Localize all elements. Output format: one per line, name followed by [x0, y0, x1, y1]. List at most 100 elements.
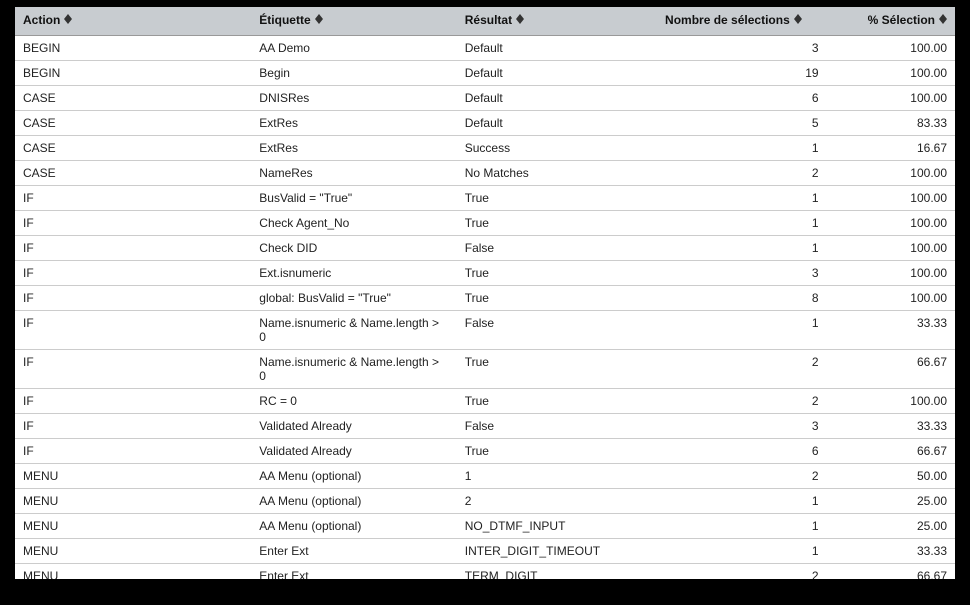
table-row: IFName.isnumeric & Name.length > 0True26…	[15, 350, 955, 389]
cell-resultat: Default	[457, 61, 657, 86]
table-row: MENUEnter ExtTERM_DIGIT266.67	[15, 564, 955, 580]
col-resultat-label: Résultat	[465, 13, 512, 27]
cell-pct: 100.00	[827, 286, 955, 311]
cell-resultat: True	[457, 389, 657, 414]
cell-action: CASE	[15, 161, 251, 186]
col-resultat[interactable]: Résultat	[457, 7, 657, 36]
col-pct-selection[interactable]: % Sélection	[827, 7, 955, 36]
scroll-container[interactable]: Action Étiquette	[15, 7, 955, 579]
cell-nombre: 1	[657, 489, 827, 514]
sort-icon[interactable]	[939, 14, 947, 24]
cell-etiquette: Validated Already	[251, 414, 456, 439]
cell-action: IF	[15, 261, 251, 286]
cell-pct: 33.33	[827, 539, 955, 564]
col-pct-selection-label: % Sélection	[868, 13, 935, 27]
cell-pct: 100.00	[827, 161, 955, 186]
cell-nombre: 5	[657, 111, 827, 136]
cell-nombre: 1	[657, 514, 827, 539]
cell-etiquette: Check Agent_No	[251, 211, 456, 236]
table-row: IFglobal: BusValid = "True"True8100.00	[15, 286, 955, 311]
cell-resultat: Default	[457, 36, 657, 61]
cell-action: IF	[15, 236, 251, 261]
cell-resultat: Success	[457, 136, 657, 161]
cell-nombre: 19	[657, 61, 827, 86]
cell-action: MENU	[15, 514, 251, 539]
cell-action: IF	[15, 414, 251, 439]
col-action[interactable]: Action	[15, 7, 251, 36]
cell-pct: 66.67	[827, 439, 955, 464]
sort-icon[interactable]	[64, 14, 72, 24]
cell-nombre: 2	[657, 564, 827, 580]
cell-etiquette: Validated Already	[251, 439, 456, 464]
col-etiquette-label: Étiquette	[259, 13, 310, 27]
cell-resultat: INTER_DIGIT_TIMEOUT	[457, 539, 657, 564]
col-etiquette[interactable]: Étiquette	[251, 7, 456, 36]
table-row: IFValidated AlreadyTrue666.67	[15, 439, 955, 464]
cell-pct: 83.33	[827, 111, 955, 136]
cell-action: CASE	[15, 136, 251, 161]
table-row: CASENameResNo Matches2100.00	[15, 161, 955, 186]
cell-pct: 50.00	[827, 464, 955, 489]
cell-pct: 66.67	[827, 564, 955, 580]
cell-action: IF	[15, 211, 251, 236]
cell-resultat: 1	[457, 464, 657, 489]
cell-resultat: 2	[457, 489, 657, 514]
cell-nombre: 2	[657, 350, 827, 389]
cell-nombre: 1	[657, 236, 827, 261]
cell-etiquette: NameRes	[251, 161, 456, 186]
cell-action: IF	[15, 286, 251, 311]
cell-pct: 25.00	[827, 489, 955, 514]
report-frame: Action Étiquette	[15, 7, 955, 579]
cell-etiquette: BusValid = "True"	[251, 186, 456, 211]
table-row: MENUEnter ExtINTER_DIGIT_TIMEOUT133.33	[15, 539, 955, 564]
col-nombre-selections-label: Nombre de sélections	[665, 13, 790, 27]
cell-etiquette: Name.isnumeric & Name.length > 0	[251, 350, 456, 389]
cell-action: IF	[15, 311, 251, 350]
cell-resultat: False	[457, 414, 657, 439]
table-row: CASEExtResSuccess116.67	[15, 136, 955, 161]
col-nombre-selections[interactable]: Nombre de sélections	[657, 7, 827, 36]
table-row: IFName.isnumeric & Name.length > 0False1…	[15, 311, 955, 350]
table-row: IFCheck Agent_NoTrue1100.00	[15, 211, 955, 236]
cell-pct: 100.00	[827, 261, 955, 286]
cell-action: BEGIN	[15, 36, 251, 61]
cell-nombre: 3	[657, 261, 827, 286]
cell-pct: 100.00	[827, 86, 955, 111]
table-row: IFRC = 0True2100.00	[15, 389, 955, 414]
table-body: BEGINAA DemoDefault3100.00BEGINBeginDefa…	[15, 36, 955, 580]
cell-pct: 100.00	[827, 61, 955, 86]
sort-icon[interactable]	[516, 14, 524, 24]
cell-resultat: False	[457, 236, 657, 261]
cell-nombre: 1	[657, 211, 827, 236]
cell-action: IF	[15, 350, 251, 389]
cell-etiquette: Ext.isnumeric	[251, 261, 456, 286]
cell-resultat: True	[457, 286, 657, 311]
cell-resultat: Default	[457, 86, 657, 111]
cell-etiquette: Enter Ext	[251, 539, 456, 564]
table-row: IFBusValid = "True"True1100.00	[15, 186, 955, 211]
cell-pct: 33.33	[827, 311, 955, 350]
cell-action: MENU	[15, 489, 251, 514]
cell-action: MENU	[15, 539, 251, 564]
table-row: MENUAA Menu (optional)2125.00	[15, 489, 955, 514]
cell-resultat: True	[457, 261, 657, 286]
cell-pct: 100.00	[827, 186, 955, 211]
sort-icon[interactable]	[315, 14, 323, 24]
table-row: MENUAA Menu (optional)NO_DTMF_INPUT125.0…	[15, 514, 955, 539]
cell-nombre: 8	[657, 286, 827, 311]
cell-nombre: 6	[657, 439, 827, 464]
table-row: IFCheck DIDFalse1100.00	[15, 236, 955, 261]
cell-resultat: True	[457, 186, 657, 211]
cell-pct: 33.33	[827, 414, 955, 439]
cell-nombre: 2	[657, 161, 827, 186]
cell-resultat: NO_DTMF_INPUT	[457, 514, 657, 539]
table-row: IFValidated AlreadyFalse333.33	[15, 414, 955, 439]
cell-action: CASE	[15, 86, 251, 111]
table-row: MENUAA Menu (optional)1250.00	[15, 464, 955, 489]
cell-etiquette: Name.isnumeric & Name.length > 0	[251, 311, 456, 350]
sort-icon[interactable]	[794, 14, 802, 24]
cell-etiquette: Begin	[251, 61, 456, 86]
table-row: CASEExtResDefault583.33	[15, 111, 955, 136]
cell-etiquette: global: BusValid = "True"	[251, 286, 456, 311]
cell-action: IF	[15, 439, 251, 464]
